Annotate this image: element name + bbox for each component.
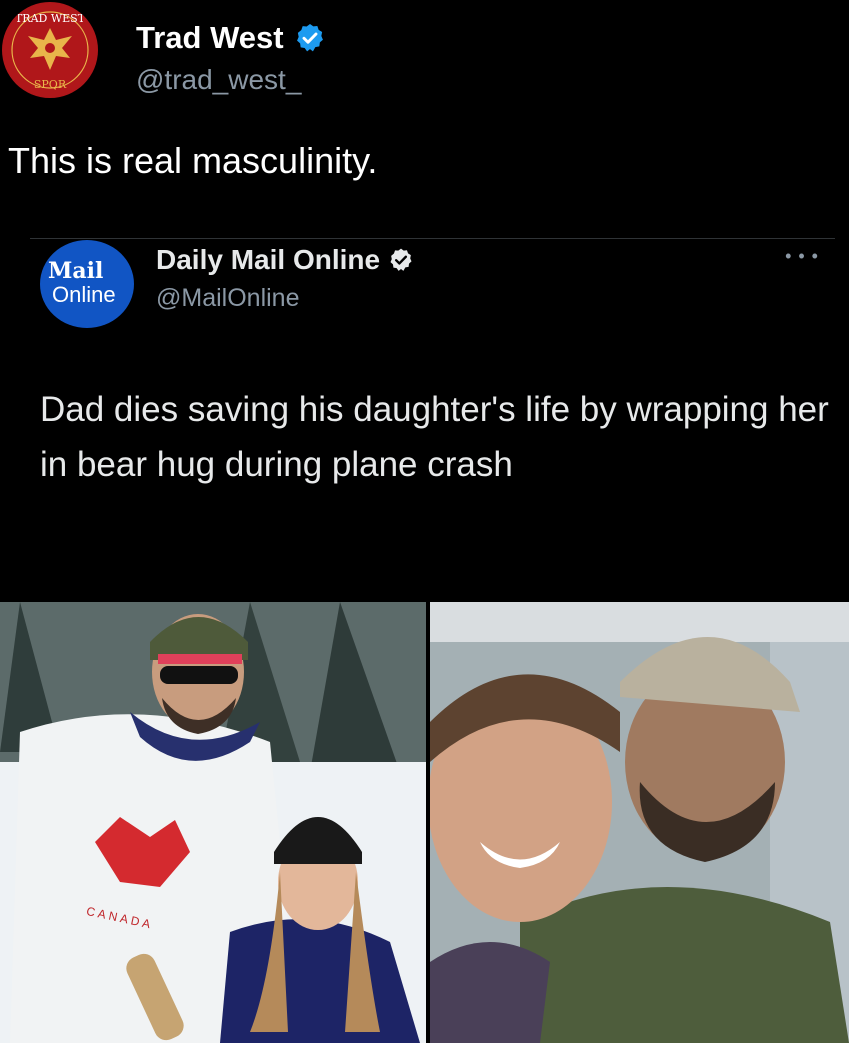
author-name[interactable]: Trad West xyxy=(136,20,326,56)
quoted-author-handle[interactable]: @MailOnline xyxy=(156,284,299,313)
more-options-icon[interactable]: • • • xyxy=(785,246,819,267)
photo-father-daughter[interactable]: CANADA xyxy=(0,602,426,1043)
mail-logo-word: Mail xyxy=(48,258,104,284)
photo-couple-selfie[interactable] xyxy=(430,602,849,1043)
online-logo-word: Online xyxy=(52,282,116,307)
avatar-text-top: TRAD WEST xyxy=(15,12,86,25)
author-name-label: Trad West xyxy=(136,20,284,55)
author-handle[interactable]: @trad_west_ xyxy=(136,64,301,96)
author-avatar[interactable]: TRAD WEST SPQR xyxy=(2,2,98,98)
verified-badge-icon xyxy=(390,248,412,271)
mailonline-avatar[interactable]: Mail Online xyxy=(40,240,134,328)
quoted-author-name-label: Daily Mail Online xyxy=(156,244,381,275)
quoted-author-name[interactable]: Daily Mail Online xyxy=(156,244,414,276)
quoted-tweet-text: Dad dies saving his daughter's life by w… xyxy=(40,390,829,484)
verified-badge-icon xyxy=(296,24,323,52)
quote-divider xyxy=(30,238,835,239)
avatar-text-bottom: SPQR xyxy=(34,78,67,91)
photo-left-illustration: CANADA xyxy=(0,602,426,1043)
photo-right-illustration xyxy=(430,602,849,1043)
tweet-text: This is real masculinity. xyxy=(8,140,378,181)
eagle-emblem-icon: TRAD WEST SPQR xyxy=(3,3,97,97)
